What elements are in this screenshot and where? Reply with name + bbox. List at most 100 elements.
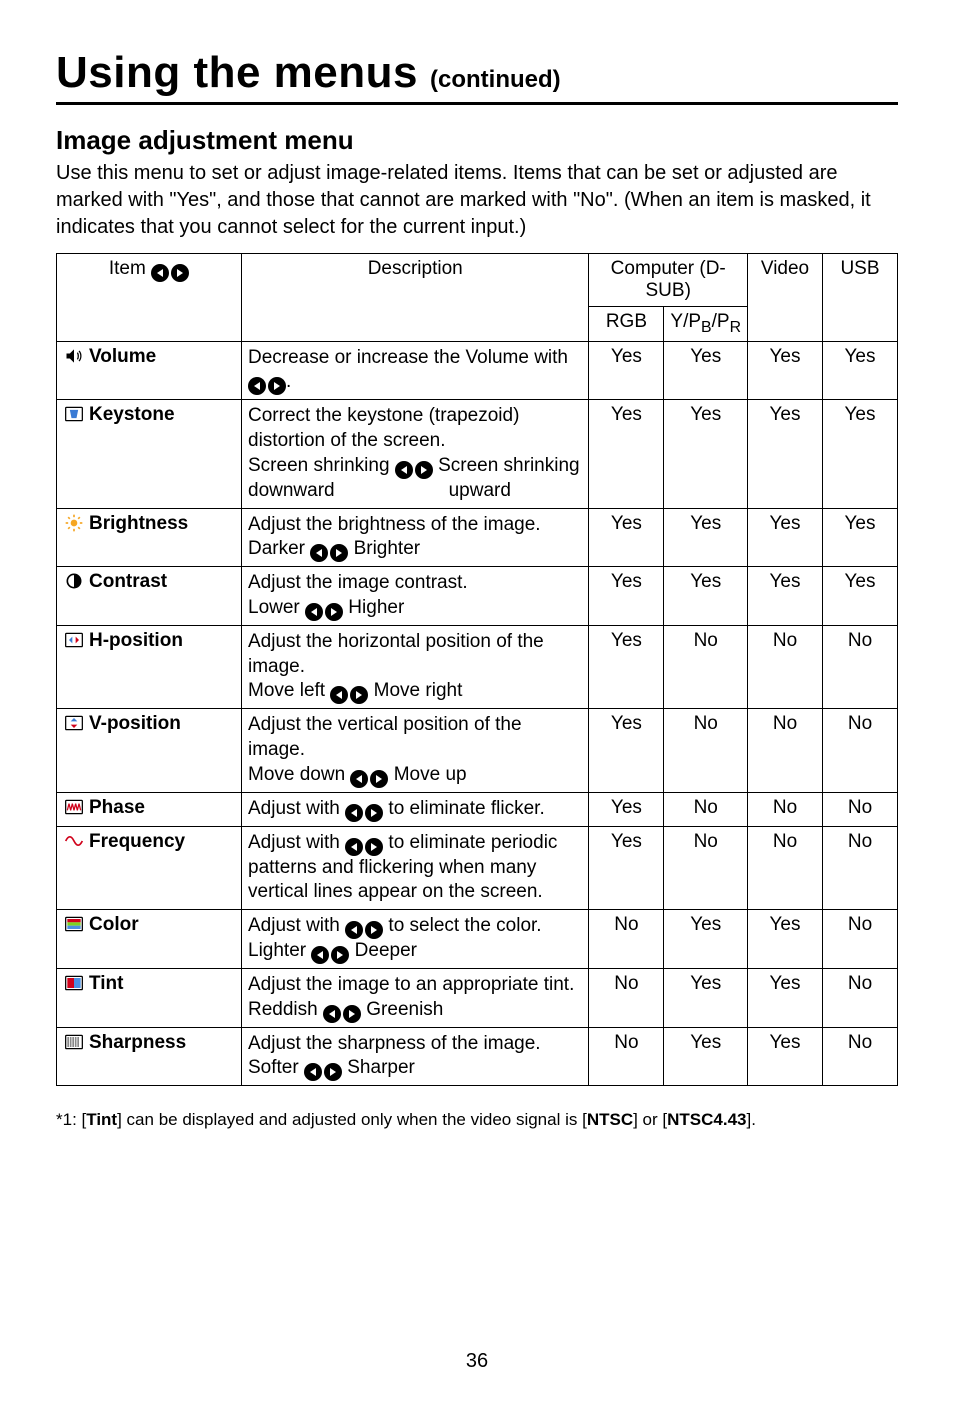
description-cell: Adjust with to select the color.Lighter … <box>242 910 589 969</box>
page-title-row: Using the menus (continued) <box>56 48 898 105</box>
item-cell: Contrast <box>57 567 242 626</box>
video-value: No <box>748 625 823 708</box>
video-value: Yes <box>748 969 823 1028</box>
description-cell: Adjust the image to an appropriate tint.… <box>242 969 589 1028</box>
usb-value: Yes <box>823 508 898 567</box>
left-right-arrows-icon <box>345 804 383 822</box>
ypbpr-value: No <box>664 826 748 909</box>
video-value: Yes <box>748 508 823 567</box>
description-text: Adjust the brightness of the image. <box>248 514 541 535</box>
video-value: No <box>748 709 823 792</box>
description-text: Brighter <box>348 538 420 559</box>
ypbpr-value: Yes <box>664 508 748 567</box>
image-adjustment-table: Item Description Computer (D-SUB) Video … <box>56 253 898 1086</box>
item-label: Sharpness <box>89 1032 186 1053</box>
left-right-arrows-icon <box>311 946 349 964</box>
ypbpr-value: No <box>664 709 748 792</box>
item-label: Keystone <box>89 404 175 425</box>
description-text: Deeper <box>349 940 417 961</box>
description-text: Lighter <box>248 940 311 961</box>
usb-value: No <box>823 969 898 1028</box>
header-video: Video <box>748 254 823 342</box>
description-text: Lower <box>248 597 305 618</box>
description-text: to eliminate flicker. <box>383 798 545 819</box>
ypbpr-value: Yes <box>664 969 748 1028</box>
item-cell: Keystone <box>57 400 242 508</box>
usb-value: Yes <box>823 567 898 626</box>
description-cell: Adjust with to eliminate flicker. <box>242 792 589 826</box>
volume-icon <box>63 346 85 366</box>
item-label: Color <box>89 914 139 935</box>
item-cell: Brightness <box>57 508 242 567</box>
ypbpr-value: Yes <box>664 910 748 969</box>
header-item: Item <box>57 254 242 342</box>
rgb-value: Yes <box>589 567 664 626</box>
description-text: Move down <box>248 764 350 785</box>
ypbpr-value: Yes <box>664 400 748 508</box>
usb-value: No <box>823 910 898 969</box>
frequency-icon <box>63 831 85 851</box>
item-label: Contrast <box>89 571 167 592</box>
ypbpr-value: Yes <box>664 1027 748 1086</box>
table-row: Brightness Adjust the brightness of the i… <box>57 508 898 567</box>
table-row: Sharpness Adjust the sharpness of the ima… <box>57 1027 898 1086</box>
usb-value: Yes <box>823 341 898 400</box>
video-value: Yes <box>748 567 823 626</box>
description-text: Adjust the image contrast. <box>248 572 468 593</box>
description-text: Adjust the image to an appropriate tint. <box>248 974 574 995</box>
page-title-continued: (continued) <box>430 66 561 94</box>
keystone-icon <box>63 404 85 424</box>
description-cell: Adjust with to eliminate periodic patter… <box>242 826 589 909</box>
table-row: FrequencyAdjust with to eliminate period… <box>57 826 898 909</box>
item-label: Tint <box>89 973 123 994</box>
item-label: Brightness <box>89 513 188 534</box>
description-cell: Adjust the sharpness of the image.Softer… <box>242 1027 589 1086</box>
table-row: Keystone Correct the keystone (trapezoid)… <box>57 400 898 508</box>
item-cell: H-position <box>57 625 242 708</box>
description-cell: Adjust the horizontal position of the im… <box>242 625 589 708</box>
left-right-arrows-icon <box>304 1063 342 1081</box>
description-text: Adjust with <box>248 832 345 853</box>
rgb-value: Yes <box>589 341 664 400</box>
item-cell: Frequency <box>57 826 242 909</box>
item-cell: Color <box>57 910 242 969</box>
item-cell: Volume <box>57 341 242 400</box>
description-text: . <box>286 371 291 392</box>
item-label: V-position <box>89 713 181 734</box>
video-value: No <box>748 826 823 909</box>
description-cell: Adjust the image contrast.Lower Higher <box>242 567 589 626</box>
tint-icon <box>63 973 85 993</box>
video-value: Yes <box>748 400 823 508</box>
left-right-arrows-icon <box>395 461 433 479</box>
header-rgb: RGB <box>589 307 664 342</box>
video-value: Yes <box>748 341 823 400</box>
section-intro: Use this menu to set or adjust image-rel… <box>56 160 898 241</box>
rgb-value: Yes <box>589 792 664 826</box>
description-text: Greenish <box>361 999 443 1020</box>
contrast-icon <box>63 571 85 591</box>
item-label: Volume <box>89 346 156 367</box>
usb-value: No <box>823 709 898 792</box>
left-right-arrows-icon <box>305 603 343 621</box>
color-icon <box>63 914 85 934</box>
description-text: Correct the keystone (trapezoid) distort… <box>248 405 519 451</box>
description-text: Reddish <box>248 999 323 1020</box>
item-cell: V-position <box>57 709 242 792</box>
description-text: Screen shrinking <box>248 455 395 476</box>
table-row: V-positionAdjust the vertical position o… <box>57 709 898 792</box>
description-text: downward upward <box>248 480 511 501</box>
usb-value: No <box>823 1027 898 1086</box>
ypbpr-value: No <box>664 625 748 708</box>
description-text: Adjust with <box>248 915 345 936</box>
usb-value: Yes <box>823 400 898 508</box>
rgb-value: Yes <box>589 400 664 508</box>
left-right-arrows-icon <box>350 770 388 788</box>
description-text: Darker <box>248 538 310 559</box>
section-title: Image adjustment menu <box>56 125 898 156</box>
table-row: PhaseAdjust with to eliminate flicker.Ye… <box>57 792 898 826</box>
ypbpr-value: Yes <box>664 341 748 400</box>
table-row: VolumeDecrease or increase the Volume wi… <box>57 341 898 400</box>
left-right-arrows-icon <box>345 838 383 856</box>
rgb-value: Yes <box>589 826 664 909</box>
item-cell: Sharpness <box>57 1027 242 1086</box>
